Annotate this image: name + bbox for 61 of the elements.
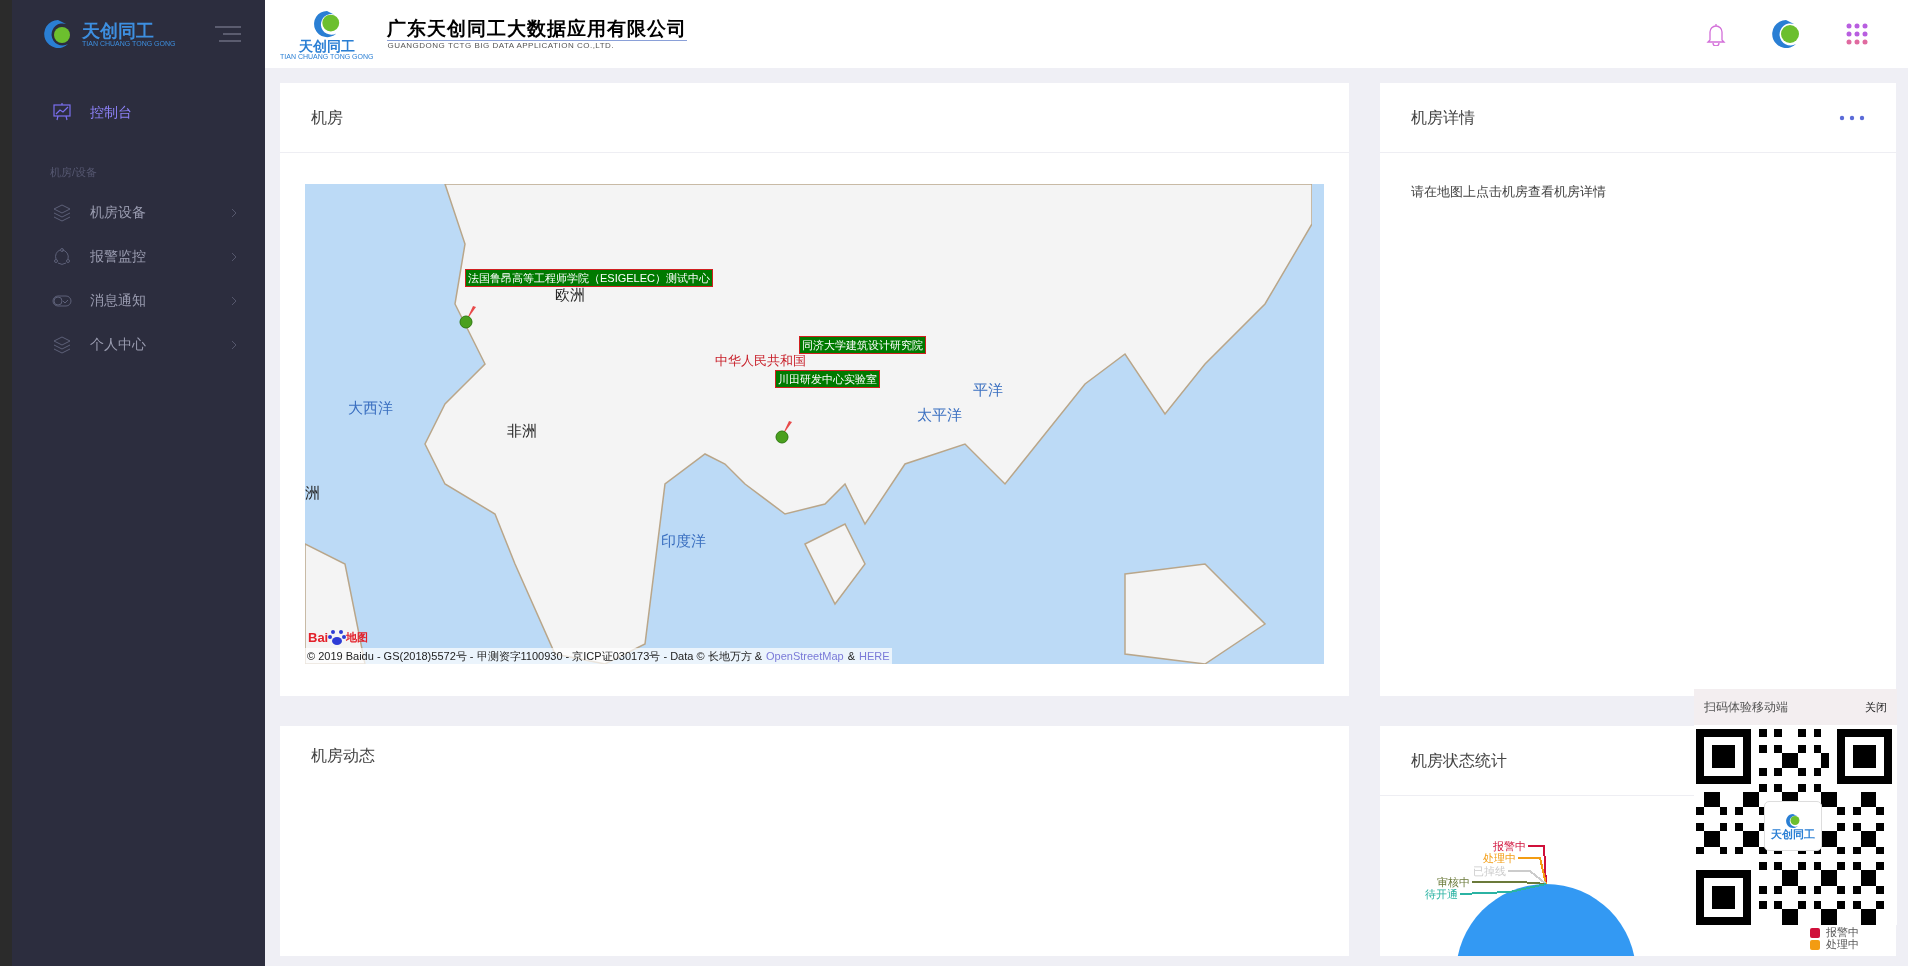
attribution-link[interactable]: OpenStreetMap	[766, 647, 844, 664]
map-marker-label[interactable]: 同济大学建筑设计研究院	[799, 336, 926, 354]
menu-label: 报警监控	[90, 247, 146, 266]
card-title: 机房动态	[311, 746, 375, 766]
map-place-label: 太平洋	[917, 405, 962, 425]
sidebar-item[interactable]: 机房设备	[12, 190, 265, 235]
map[interactable]: 法国鲁昂高等工程师学院（ESIGELEC）测试中心 欧洲 同济大学建筑设计研究院 中华人民共和国 川田研发中心实验室 平洋 大西洋 太平洋 非洲 洲 印度洋 Bai 地图 © 2019 Baidu - GS(2018)5572号 - 甲测资字1100930 - 京ICP证030173号 - Data © 长地万方 & OpenStreetMap & HERE	[305, 184, 1324, 664]
map-place-label: 印度洋	[661, 531, 706, 551]
menu-label: 控制台	[90, 102, 132, 122]
chevron-right-icon	[231, 295, 237, 306]
map-place-label: 非洲	[507, 421, 537, 441]
presentation-chart-icon	[52, 102, 72, 122]
sidebar-item[interactable]: 消息通知	[12, 278, 265, 323]
map-place-label: 欧洲	[555, 285, 585, 305]
company-name: 广东天创同工大数据应用有限公司	[387, 16, 688, 41]
map-logo-text: 地图	[346, 631, 369, 643]
cycle-icon	[52, 246, 72, 267]
sidebar-item[interactable]: 报警监控	[12, 234, 265, 279]
menu-label: 个人中心	[90, 335, 146, 354]
logo-text: 天创同工	[298, 38, 355, 53]
separator-text: &	[847, 648, 855, 664]
map-marker-label[interactable]: 法国鲁昂高等工程师学院（ESIGELEC）测试中心	[465, 269, 714, 287]
pie-label: 审核中	[1437, 876, 1470, 888]
card-title: 机房	[311, 107, 343, 128]
hint-text: 请在地图上点击机房查看机房详情	[1411, 184, 1606, 199]
map-logo-text: Bai	[308, 630, 329, 644]
chevron-right-icon	[231, 339, 237, 350]
popup-title: 扫码体验移动端	[1704, 699, 1788, 716]
legend-label[interactable]: 报警中	[1826, 927, 1859, 938]
chevron-right-icon	[231, 207, 237, 218]
layers-icon	[52, 202, 72, 223]
paw-icon	[328, 628, 347, 646]
logo-text: 天创同工	[82, 21, 155, 40]
more-icon[interactable]	[1839, 114, 1865, 121]
pie-label: 处理中	[1483, 852, 1516, 864]
menu-icon[interactable]	[215, 26, 241, 42]
map-place-label: 中华人民共和国	[715, 352, 806, 370]
avatar-icon[interactable]	[1770, 18, 1802, 50]
pie-label: 报警中	[1493, 840, 1526, 852]
map-marker-label[interactable]: 川田研发中心实验室	[775, 370, 880, 388]
bell-icon[interactable]	[1706, 22, 1726, 46]
map-place-label: 平洋	[973, 380, 1003, 400]
qr-code[interactable]	[1696, 729, 1892, 925]
map-place-label: 大西洋	[348, 398, 393, 418]
menu-label: 消息通知	[90, 291, 146, 310]
chevron-right-icon	[231, 251, 237, 262]
apps-grid-icon[interactable]	[1846, 23, 1868, 45]
card-title: 机房状态统计	[1411, 750, 1507, 771]
map-attribution: © 2019 Baidu - GS(2018)5572号 - 甲测资字1100930 - 京ICP证030173号 - Data © 长地万方 &	[307, 648, 762, 664]
logo-icon	[1784, 812, 1802, 829]
menu-label: 机房设备	[90, 203, 146, 222]
layers-icon	[52, 334, 72, 355]
close-button[interactable]: 关闭	[1865, 698, 1887, 716]
card-title: 机房详情	[1411, 107, 1475, 128]
legend-label[interactable]: 处理中	[1826, 939, 1859, 950]
map-place-label: 洲	[305, 483, 320, 503]
pie-label: 待开通	[1425, 888, 1458, 900]
attribution-link[interactable]: HERE	[859, 647, 890, 664]
logo-text: 天创同工	[1771, 828, 1815, 840]
company-english-name: GUANGDONG TCTG BIG DATA APPLICATION CO.,LTD.	[387, 40, 688, 52]
sidebar-item[interactable]: 个人中心	[12, 322, 265, 367]
